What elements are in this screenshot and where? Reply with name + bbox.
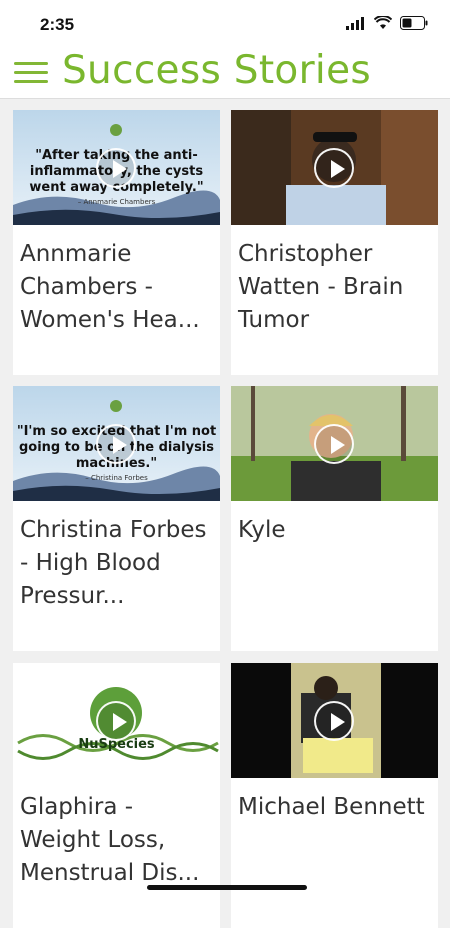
play-icon[interactable]: [314, 701, 354, 741]
status-time: 2:35: [40, 15, 75, 34]
quote-citation: – Annmarie Chambers: [77, 198, 156, 206]
play-icon[interactable]: [96, 701, 136, 741]
app-header: Success Stories: [0, 48, 450, 99]
story-card[interactable]: Christopher Watten - Brain Tumor: [231, 110, 438, 375]
video-thumbnail[interactable]: [231, 110, 438, 225]
story-title: Glaphira - Weight Loss, Menstrual Dis...: [20, 794, 200, 886]
story-card[interactable]: "After taking the anti-inflammatory, the…: [13, 110, 220, 375]
status-icons: [346, 16, 428, 30]
play-icon[interactable]: [314, 148, 354, 188]
story-title: Kyle: [238, 517, 286, 543]
video-thumbnail[interactable]: "I'm so excited that I'm not going to be…: [13, 386, 220, 501]
video-thumbnail[interactable]: NuSpecies: [13, 663, 220, 778]
hamburger-menu-icon[interactable]: [14, 62, 48, 86]
video-thumbnail[interactable]: [231, 386, 438, 501]
quote-citation: – Christina Forbes: [85, 474, 148, 482]
story-card[interactable]: "I'm so excited that I'm not going to be…: [13, 386, 220, 651]
play-icon[interactable]: [314, 424, 354, 464]
status-bar: 2:35: [0, 0, 450, 50]
story-title: Annmarie Chambers - Women's Hea...: [20, 241, 200, 333]
story-card[interactable]: Kyle: [231, 386, 438, 651]
home-indicator[interactable]: [147, 885, 307, 890]
story-title: Michael Bennett: [238, 794, 425, 820]
page-title: Success Stories: [62, 48, 371, 93]
wifi-icon: [374, 16, 392, 29]
battery-icon: [400, 16, 428, 30]
story-title: Christina Forbes - High Blood Pressur...: [20, 517, 207, 609]
video-thumbnail[interactable]: "After taking the anti-inflammatory, the…: [13, 110, 220, 225]
video-thumbnail[interactable]: [231, 663, 438, 778]
play-icon[interactable]: [96, 148, 136, 188]
play-icon[interactable]: [96, 424, 136, 464]
signal-icon: [346, 17, 364, 30]
story-title: Christopher Watten - Brain Tumor: [238, 241, 404, 333]
